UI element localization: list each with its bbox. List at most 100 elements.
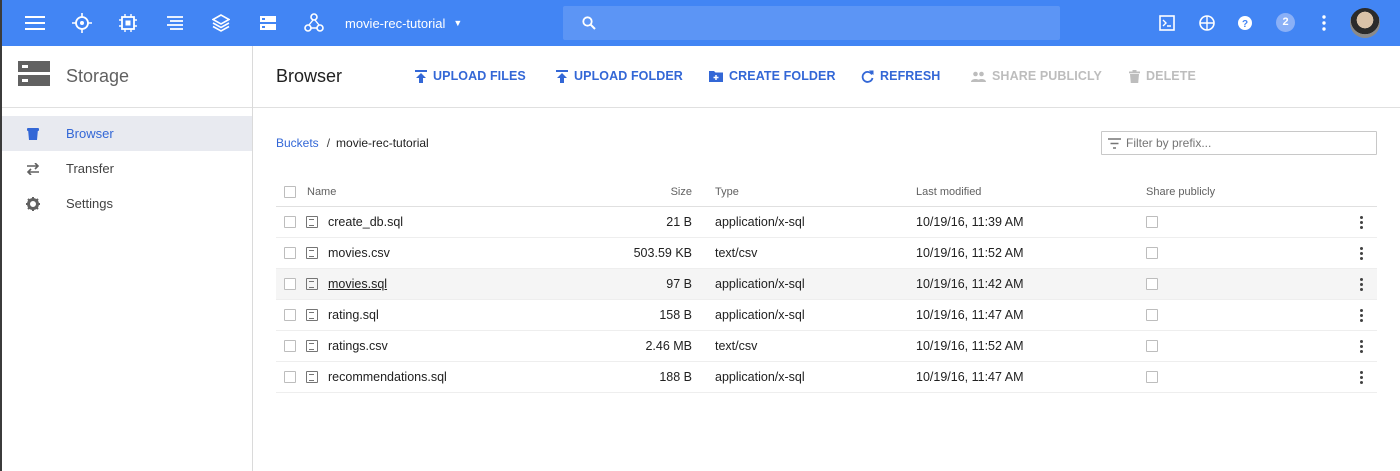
row-menu-icon[interactable] [1352, 207, 1370, 237]
row-menu-icon[interactable] [1352, 269, 1370, 299]
file-last-modified: 10/19/16, 11:52 AM [916, 246, 1024, 260]
compute-icon[interactable] [114, 0, 142, 46]
share-publicly-checkbox[interactable] [1146, 207, 1158, 237]
svg-text:?: ? [1242, 19, 1248, 30]
sidebar-item-label: Transfer [66, 161, 114, 176]
avatar[interactable] [1350, 8, 1380, 38]
share-publicly-checkbox[interactable] [1146, 269, 1158, 299]
table-row[interactable]: rating.sql 158 B application/x-sql 10/19… [276, 300, 1377, 331]
row-checkbox[interactable] [284, 331, 296, 361]
row-menu-icon[interactable] [1352, 238, 1370, 268]
row-checkbox[interactable] [284, 269, 296, 299]
row-checkbox[interactable] [284, 207, 296, 237]
file-last-modified: 10/19/16, 11:42 AM [916, 277, 1024, 291]
file-name-link[interactable]: recommendations.sql [328, 362, 447, 392]
file-icon [306, 238, 318, 268]
refresh-button[interactable]: REFRESH [861, 69, 940, 83]
share-publicly-checkbox[interactable] [1146, 331, 1158, 361]
column-header-type[interactable]: Type [715, 177, 739, 206]
upload-folder-label: UPLOAD FOLDER [574, 69, 683, 83]
row-menu-icon[interactable] [1352, 300, 1370, 330]
cloud-shell-icon[interactable] [1153, 0, 1181, 46]
column-header-name[interactable]: Name [307, 177, 336, 206]
file-icon [306, 362, 318, 392]
table-row[interactable]: movies.csv 503.59 KB text/csv 10/19/16, … [276, 238, 1377, 269]
file-icon [306, 300, 318, 330]
search-icon [582, 16, 596, 30]
toolbar: Browser UPLOAD FILES UPLOAD FOLDER CREAT… [253, 46, 1400, 108]
file-icon [306, 331, 318, 361]
people-icon [971, 71, 986, 82]
main-content: Browser UPLOAD FILES UPLOAD FOLDER CREAT… [253, 46, 1400, 471]
storage-icon[interactable] [254, 0, 282, 46]
file-last-modified: 10/19/16, 11:39 AM [916, 215, 1024, 229]
window-edge [0, 0, 2, 471]
create-folder-label: CREATE FOLDER [729, 69, 836, 83]
share-publicly-checkbox[interactable] [1146, 300, 1158, 330]
upload-files-label: UPLOAD FILES [433, 69, 526, 83]
upload-files-button[interactable]: UPLOAD FILES [415, 69, 526, 83]
file-name-link[interactable]: movies.sql [328, 269, 387, 299]
storage-icon [18, 60, 50, 93]
select-all-checkbox[interactable] [284, 177, 296, 206]
share-publicly-button[interactable]: SHARE PUBLICLY [971, 69, 1102, 83]
sidebar-item-settings[interactable]: Settings [0, 186, 252, 221]
sidebar-item-transfer[interactable]: Transfer [0, 151, 252, 186]
row-checkbox[interactable] [284, 238, 296, 268]
create-folder-button[interactable]: CREATE FOLDER [709, 69, 836, 83]
sidebar-item-label: Browser [66, 126, 114, 141]
upload-folder-button[interactable]: UPLOAD FOLDER [556, 69, 683, 83]
file-size: 97 B [666, 277, 692, 291]
share-publicly-checkbox[interactable] [1146, 238, 1158, 268]
file-name-link[interactable]: movies.csv [328, 238, 390, 268]
notifications-icon[interactable] [1193, 0, 1221, 46]
table-row[interactable]: movies.sql 97 B application/x-sql 10/19/… [276, 269, 1377, 300]
file-table: Name Size Type Last modified Share publi… [276, 177, 1377, 393]
file-type: application/x-sql [715, 215, 805, 229]
notification-count-badge[interactable]: 2 [1276, 13, 1295, 32]
search-bar[interactable] [563, 6, 1060, 40]
file-size: 2.46 MB [645, 339, 692, 353]
breadcrumb-buckets-link[interactable]: Buckets [276, 136, 319, 150]
breadcrumb-separator: / [326, 136, 331, 150]
file-name-link[interactable]: ratings.csv [328, 331, 388, 361]
sidebar-item-browser[interactable]: Browser [0, 116, 252, 151]
upload-icon [415, 69, 427, 83]
filter-box[interactable] [1101, 131, 1377, 155]
table-row[interactable]: recommendations.sql 188 B application/x-… [276, 362, 1377, 393]
logs-icon[interactable] [161, 0, 189, 46]
menu-icon[interactable] [21, 0, 49, 46]
layers-icon[interactable] [207, 0, 235, 46]
column-header-last-modified[interactable]: Last modified [916, 177, 981, 206]
column-header-share-publicly[interactable]: Share publicly [1146, 177, 1215, 206]
share-publicly-checkbox[interactable] [1146, 362, 1158, 392]
transfer-icon [0, 162, 66, 175]
row-checkbox[interactable] [284, 362, 296, 392]
refresh-icon [861, 70, 874, 83]
delete-label: DELETE [1146, 69, 1196, 83]
project-selector[interactable]: movie-rec-tutorial ▼ [345, 0, 462, 46]
dashboard-icon[interactable] [68, 0, 96, 46]
row-menu-icon[interactable] [1352, 362, 1370, 392]
file-name-link[interactable]: create_db.sql [328, 207, 403, 237]
filter-icon [1108, 138, 1121, 149]
table-row[interactable]: ratings.csv 2.46 MB text/csv 10/19/16, 1… [276, 331, 1377, 362]
more-vert-icon[interactable] [1310, 0, 1338, 46]
sidebar-title: Storage [66, 66, 130, 86]
filter-input[interactable] [1126, 133, 1371, 153]
file-type: application/x-sql [715, 277, 805, 291]
file-size: 188 B [659, 370, 692, 384]
top-bar: movie-rec-tutorial ▼ ? 2 [0, 0, 1400, 471]
trash-icon [1129, 69, 1140, 83]
file-type: text/csv [715, 246, 758, 260]
refresh-label: REFRESH [880, 69, 941, 83]
row-menu-icon[interactable] [1352, 331, 1370, 361]
row-checkbox[interactable] [284, 300, 296, 330]
table-row[interactable]: create_db.sql 21 B application/x-sql 10/… [276, 207, 1377, 238]
delete-button[interactable]: DELETE [1129, 69, 1196, 83]
file-name-link[interactable]: rating.sql [328, 300, 379, 330]
network-icon[interactable] [300, 0, 328, 46]
column-header-size[interactable]: Size [576, 177, 692, 206]
help-icon[interactable]: ? [1231, 0, 1259, 46]
upload-icon [556, 69, 568, 83]
